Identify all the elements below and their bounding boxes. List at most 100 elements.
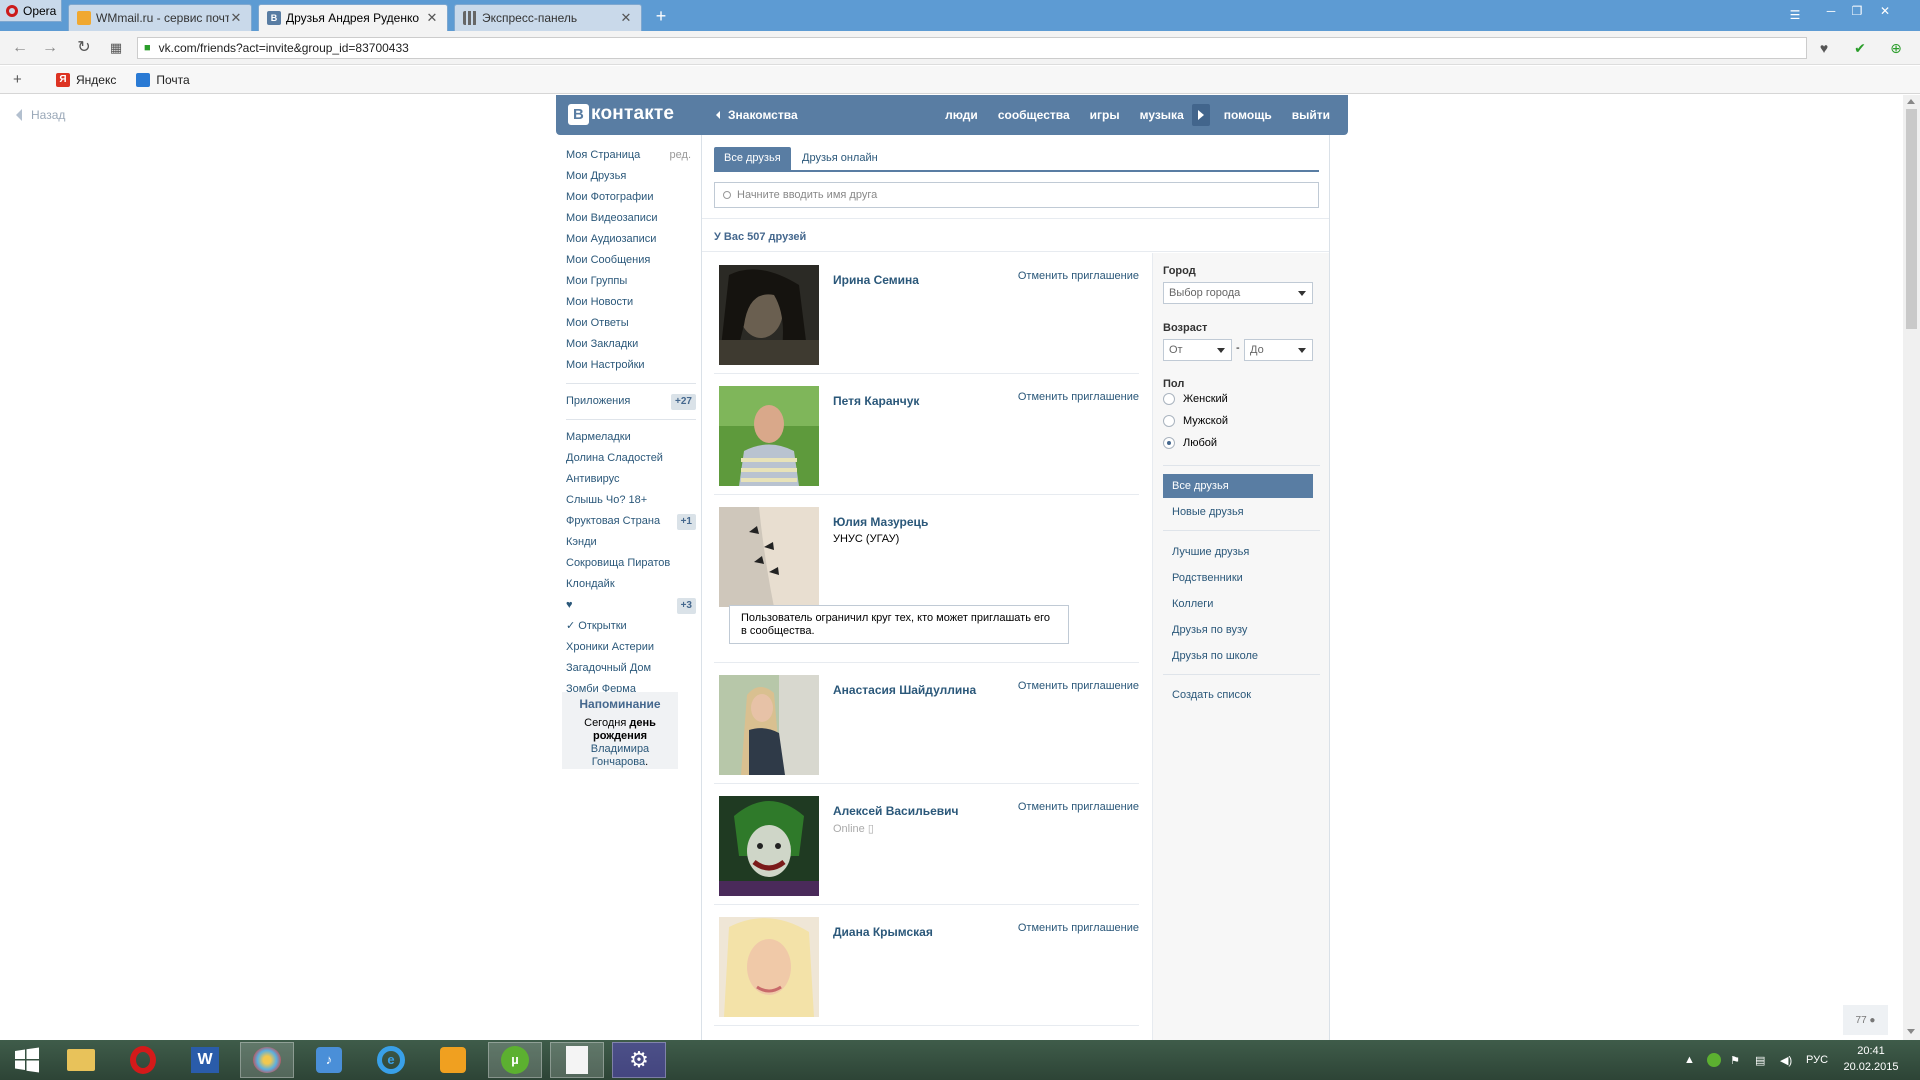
side-item-app[interactable]: Кэнди: [566, 532, 696, 553]
side-item-bookmarks[interactable]: Мои Закладки: [566, 334, 696, 355]
side-item-audio[interactable]: Мои Аудиозаписи: [566, 229, 696, 250]
url-input[interactable]: ■ vk.com/friends?act=invite&group_id=837…: [137, 37, 1807, 59]
side-item-app[interactable]: Загадочный Дом: [566, 658, 696, 679]
reminder-person-link[interactable]: Владимира Гончарова: [591, 743, 649, 768]
side-item-messages[interactable]: Мои Сообщения: [566, 250, 696, 271]
nav-people[interactable]: люди: [935, 108, 988, 122]
cancel-invite-link[interactable]: Отменить приглашение: [1018, 270, 1139, 282]
back-arrow-icon[interactable]: ←: [10, 39, 30, 57]
age-to-select[interactable]: До: [1244, 339, 1313, 361]
tray-clock[interactable]: 20:41 20.02.2015: [1836, 1043, 1906, 1075]
list-new-friends[interactable]: Новые друзья: [1163, 500, 1313, 524]
online-users-counter[interactable]: 77 ●: [1843, 1005, 1888, 1035]
side-item-app[interactable]: Долина Сладостей: [566, 448, 696, 469]
list-relatives[interactable]: Родственники: [1163, 566, 1313, 590]
page-scrollbar[interactable]: [1903, 95, 1920, 1040]
avatar[interactable]: [719, 386, 819, 486]
close-window-icon[interactable]: ✕: [1874, 2, 1896, 20]
side-item-my-page[interactable]: Моя Страница ред.: [566, 145, 696, 166]
tab-express-panel[interactable]: Экспресс-панель ✕: [454, 4, 642, 31]
radio-any[interactable]: Любой: [1163, 437, 1217, 449]
side-item-friends[interactable]: Мои Друзья: [566, 166, 696, 187]
restore-icon[interactable]: ❐: [1846, 2, 1868, 20]
close-icon[interactable]: ✕: [425, 10, 439, 26]
minimize-icon[interactable]: ─: [1820, 2, 1842, 20]
side-item-app[interactable]: Фруктовая Страна +1: [566, 511, 696, 532]
tab-friends-online[interactable]: Друзья онлайн: [792, 147, 888, 170]
tray-flag-icon[interactable]: ⚑: [1730, 1040, 1740, 1080]
side-item-app[interactable]: ✓ Открытки: [566, 616, 696, 637]
edit-link[interactable]: ред.: [670, 145, 691, 166]
shield-icon[interactable]: ✔: [1850, 39, 1870, 57]
side-item-app[interactable]: Слышь Чо? 18+: [566, 490, 696, 511]
side-item-app[interactable]: Мармеладки: [566, 427, 696, 448]
cancel-invite-link[interactable]: Отменить приглашение: [1018, 922, 1139, 934]
list-university-friends[interactable]: Друзья по вузу: [1163, 618, 1313, 642]
side-item-app[interactable]: Сокровища Пиратов: [566, 553, 696, 574]
tray-volume-icon[interactable]: ◀): [1780, 1040, 1792, 1080]
list-school-friends[interactable]: Друзья по школе: [1163, 644, 1313, 668]
close-icon[interactable]: ✕: [619, 10, 633, 26]
back-link[interactable]: Назад: [16, 108, 65, 122]
friend-name-link[interactable]: Петя Каранчук: [833, 394, 919, 408]
tab-wmmail[interactable]: WMmail.ru - сервис почт ✕: [68, 4, 252, 31]
friend-name-link[interactable]: Анастасия Шайдуллина: [833, 683, 976, 697]
taskbar-ie[interactable]: e: [364, 1042, 418, 1078]
bookmark-mail[interactable]: Почта: [136, 72, 190, 87]
side-item-news[interactable]: Мои Новости: [566, 292, 696, 313]
vk-logo[interactable]: В контакте: [568, 103, 674, 125]
taskbar-explorer[interactable]: [54, 1042, 108, 1078]
close-icon[interactable]: ✕: [229, 10, 243, 26]
nav-games[interactable]: игры: [1080, 108, 1130, 122]
nav-logout[interactable]: выйти: [1282, 108, 1340, 122]
friend-search-input[interactable]: Начните вводить имя друга: [714, 182, 1319, 208]
dating-link[interactable]: Знакомства: [716, 108, 798, 122]
tray-network-icon[interactable]: ▤: [1755, 1040, 1765, 1080]
avatar[interactable]: [719, 917, 819, 1017]
age-from-select[interactable]: От: [1163, 339, 1232, 361]
forward-arrow-icon[interactable]: →: [40, 39, 60, 57]
taskbar-notepad[interactable]: [550, 1042, 604, 1078]
tray-language[interactable]: РУС: [1806, 1040, 1828, 1080]
side-item-app[interactable]: Хроники Астерии: [566, 637, 696, 658]
opera-menu-button[interactable]: Opera: [0, 0, 62, 22]
side-item-settings[interactable]: Мои Настройки: [566, 355, 696, 376]
side-item-answers[interactable]: Мои Ответы: [566, 313, 696, 334]
city-select[interactable]: Выбор города: [1163, 282, 1313, 304]
tray-utorrent-icon[interactable]: [1707, 1040, 1721, 1080]
side-item-groups[interactable]: Мои Группы: [566, 271, 696, 292]
radio-female[interactable]: Женский: [1163, 393, 1228, 405]
avatar[interactable]: [719, 265, 819, 365]
taskbar-utorrent[interactable]: µ: [488, 1042, 542, 1078]
new-tab-button[interactable]: +: [650, 5, 672, 27]
reload-icon[interactable]: ↻: [74, 39, 94, 57]
avatar[interactable]: [719, 675, 819, 775]
taskbar-word[interactable]: W: [178, 1042, 232, 1078]
taskbar-settings-app[interactable]: ⚙: [612, 1042, 666, 1078]
download-icon[interactable]: ⊕: [1886, 39, 1906, 57]
add-bookmark-icon[interactable]: +: [13, 71, 29, 88]
list-best-friends[interactable]: Лучшие друзья: [1163, 540, 1313, 564]
music-play-button[interactable]: [1191, 104, 1210, 126]
create-list-link[interactable]: Создать список: [1163, 683, 1313, 707]
scroll-thumb[interactable]: [1906, 109, 1917, 329]
tab-menu-icon[interactable]: ☰: [1784, 6, 1806, 24]
friend-name-link[interactable]: Диана Крымская: [833, 925, 933, 939]
nav-music[interactable]: музыка: [1130, 108, 1188, 122]
side-item-videos[interactable]: Мои Видеозаписи: [566, 208, 696, 229]
side-item-photos[interactable]: Мои Фотографии: [566, 187, 696, 208]
side-item-app[interactable]: ♥ +3: [566, 595, 696, 616]
taskbar-audio[interactable]: ♪: [302, 1042, 356, 1078]
taskbar-search-app[interactable]: [426, 1042, 480, 1078]
scroll-up-icon[interactable]: [1907, 99, 1915, 104]
cancel-invite-link[interactable]: Отменить приглашение: [1018, 680, 1139, 692]
side-item-apps[interactable]: Приложения +27: [566, 391, 696, 412]
bookmark-yandex[interactable]: Я Яндекс: [56, 72, 116, 87]
taskbar-paint[interactable]: [240, 1042, 294, 1078]
scroll-down-icon[interactable]: [1907, 1029, 1915, 1034]
cancel-invite-link[interactable]: Отменить приглашение: [1018, 801, 1139, 813]
start-button[interactable]: [0, 1042, 54, 1078]
list-colleagues[interactable]: Коллеги: [1163, 592, 1313, 616]
friend-name-link[interactable]: Алексей Васильевич: [833, 804, 959, 818]
avatar[interactable]: [719, 796, 819, 896]
